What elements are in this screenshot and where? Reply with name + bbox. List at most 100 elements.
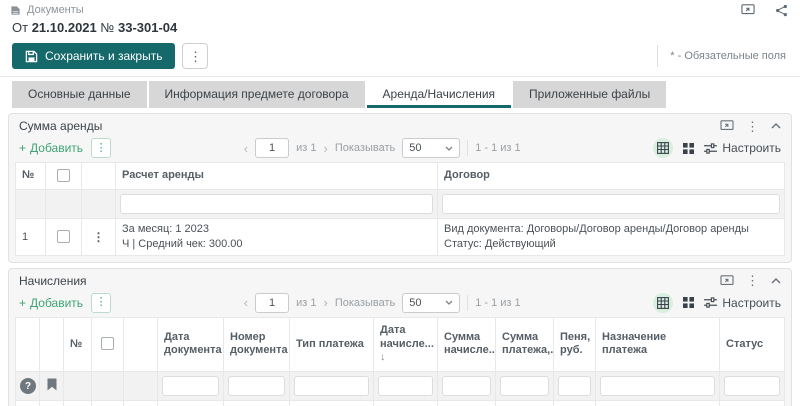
more-actions-button[interactable]: ⋮ — [182, 43, 208, 69]
share-icon[interactable] — [775, 4, 788, 17]
chevron-down-icon — [445, 146, 453, 151]
configure-button[interactable]: Настроить — [704, 296, 781, 310]
prev-page-icon[interactable]: ‹ — [244, 295, 248, 310]
column-header-purpose[interactable]: Назначение платежа — [596, 317, 720, 371]
range-label: 1 - 1 из 1 — [475, 142, 520, 154]
column-header-accrual-date[interactable]: Дата начисле... ↓ — [374, 317, 438, 371]
tab-bar: Основные данные Информация предмете дого… — [0, 77, 800, 108]
save-button-label: Сохранить и закрыть — [45, 49, 162, 63]
column-header-doc-number[interactable]: Номер документа — [224, 317, 290, 371]
add-button[interactable]: + Добавить — [19, 141, 83, 155]
column-header-contract: Договор — [438, 163, 785, 190]
app-title: Документы — [27, 4, 84, 16]
column-header-payment-sum[interactable]: Сумма платежа,... — [496, 317, 554, 371]
configure-label: Настроить — [722, 296, 781, 310]
configure-button[interactable]: Настроить — [704, 141, 781, 155]
status-cell: Оплачено — [720, 401, 785, 406]
next-page-icon[interactable]: › — [323, 295, 327, 310]
cards-view-icon[interactable] — [683, 297, 694, 308]
column-header-num: № — [64, 317, 92, 371]
save-and-close-button[interactable]: Сохранить и закрыть — [12, 43, 175, 69]
filter-status-input[interactable] — [724, 376, 780, 396]
pager: ‹ из 1 › Показывать 50 1 - 1 из 1 — [244, 138, 521, 158]
select-all-checkbox[interactable] — [101, 337, 114, 350]
sliders-icon — [704, 143, 717, 154]
filter-payment-sum-input[interactable] — [500, 376, 549, 396]
flag-column-header — [40, 317, 64, 371]
configure-label: Настроить — [722, 141, 781, 155]
plus-icon: + — [19, 296, 26, 310]
tab-attached-files[interactable]: Приложенные файлы — [513, 81, 666, 108]
page-of-label: из 1 — [296, 297, 316, 309]
section-menu-icon[interactable]: ⋮ — [746, 120, 759, 133]
next-page-icon[interactable]: › — [323, 141, 327, 156]
select-all-checkbox[interactable] — [57, 169, 70, 182]
add-menu-button[interactable]: ⋮ — [91, 138, 111, 158]
tab-contract-subject-info[interactable]: Информация предмете договора — [149, 81, 365, 108]
penalty-cell: 0.00 — [554, 401, 596, 406]
filter-contract-input[interactable] — [442, 194, 780, 214]
filter-doc-date-input[interactable] — [162, 376, 219, 396]
open-in-window-icon[interactable] — [720, 120, 734, 132]
payment-type-cell: Арендный - фиксированный — [290, 401, 374, 406]
title-date: 21.10.2021 — [32, 20, 97, 35]
title-number-sign: № — [100, 20, 114, 35]
doc-date-cell: 21.10.2021 — [158, 401, 224, 406]
pager: ‹ из 1 › Показывать 50 1 - 1 из 1 — [244, 293, 521, 313]
prev-page-icon[interactable]: ‹ — [244, 141, 248, 156]
accruals-header: Начисления ⋮ — [9, 269, 791, 291]
filter-accrual-sum-input[interactable] — [442, 376, 491, 396]
page-size-select[interactable]: 50 — [402, 138, 460, 158]
add-menu-button[interactable]: ⋮ — [91, 293, 111, 313]
filter-payment-type-input[interactable] — [294, 376, 369, 396]
column-header-doc-date[interactable]: Дата документа — [158, 317, 224, 371]
open-in-window-icon[interactable] — [720, 275, 734, 287]
add-button-label: Добавить — [30, 296, 83, 310]
tab-main-data[interactable]: Основные данные — [12, 81, 147, 108]
select-all-header — [46, 163, 82, 190]
table-view-icon[interactable] — [653, 138, 673, 158]
column-header-accrual-sum[interactable]: Сумма начисле... — [438, 317, 496, 371]
bookmark-icon[interactable] — [47, 378, 57, 391]
row-menu-icon[interactable]: ⋮ — [93, 230, 105, 244]
chevron-down-icon — [445, 300, 453, 305]
page-number-input[interactable] — [255, 293, 289, 313]
select-all-header — [92, 317, 124, 371]
page-size-value: 50 — [409, 142, 421, 154]
open-in-window-icon[interactable] — [741, 4, 755, 17]
status-dot-column-header — [16, 317, 40, 371]
help-icon[interactable]: ? — [20, 378, 36, 394]
column-header-penalty[interactable]: Пеня, руб. — [554, 317, 596, 371]
filter-accrual-date-input[interactable] — [378, 376, 433, 396]
rent-sum-section: Сумма аренды ⋮ + Добавить ⋮ ‹ из 1 › Пок… — [8, 113, 792, 263]
filter-purpose-input[interactable] — [600, 376, 715, 396]
filter-calc-input[interactable] — [120, 194, 433, 214]
column-header-payment-type[interactable]: Тип платежа — [290, 317, 374, 371]
rent-sum-toolbar: + Добавить ⋮ ‹ из 1 › Показывать 50 1 - … — [9, 136, 791, 162]
tab-rent-accruals[interactable]: Аренда/Начисления — [367, 81, 512, 108]
view-controls: Настроить — [653, 293, 781, 313]
column-header-status[interactable]: Статус — [720, 317, 785, 371]
collapse-section-icon[interactable] — [771, 278, 781, 284]
add-button-label: Добавить — [30, 141, 83, 155]
page-size-select[interactable]: 50 — [402, 293, 460, 313]
view-controls: Настроить — [653, 138, 781, 158]
row-menu-header — [124, 317, 158, 371]
accrual-row: 1 ⋮ 21.10.2021 33-301-04 Арендный - фикс… — [16, 401, 785, 406]
row-checkbox[interactable] — [57, 230, 70, 243]
section-menu-icon[interactable]: ⋮ — [746, 274, 759, 287]
row-number: 1 — [16, 219, 46, 256]
collapse-section-icon[interactable] — [771, 123, 781, 129]
document-title: От 21.10.2021 № 33-301-04 — [0, 18, 800, 39]
filter-penalty-input[interactable] — [558, 376, 591, 396]
page-number-input[interactable] — [255, 138, 289, 158]
filter-doc-number-input[interactable] — [228, 376, 285, 396]
page-size-value: 50 — [409, 297, 421, 309]
add-button[interactable]: + Добавить — [19, 296, 83, 310]
doc-number-cell: 33-301-04 — [224, 401, 290, 406]
title-prefix: От — [12, 20, 28, 35]
table-view-icon[interactable] — [653, 293, 673, 313]
topbar: Документы — [0, 0, 800, 18]
contract-cell: Вид документа: Договоры/Договор аренды/Д… — [438, 219, 785, 256]
cards-view-icon[interactable] — [683, 143, 694, 154]
